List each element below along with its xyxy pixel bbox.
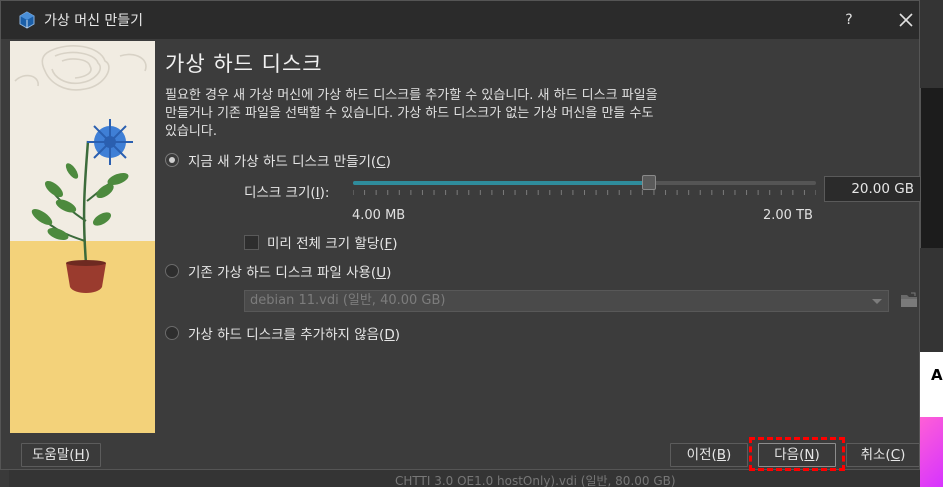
existing-disk-radio[interactable]	[165, 264, 179, 278]
disk-size-slider-ticks	[353, 190, 816, 195]
page-description: 필요한 경우 새 가상 머신에 가상 하드 디스크를 추가할 수 있습니다. 새…	[165, 87, 805, 141]
create-new-label: 지금 새 가상 하드 디스크 만들기(C)	[188, 154, 391, 170]
back-button[interactable]: 이전(B)	[670, 443, 748, 467]
dialog-title: 가상 머신 만들기	[44, 13, 144, 29]
disk-size-max-label: 2.00 TB	[763, 208, 813, 223]
no-disk-label: 가상 하드 디스크를 추가하지 않음(D)	[188, 327, 400, 343]
disk-size-slider[interactable]	[353, 181, 816, 185]
existing-disk-selected-value: debian 11.vdi (일반, 40.00 GB)	[250, 293, 446, 308]
wizard-content: 가상 하드 디스크 필요한 경우 새 가상 머신에 가상 하드 디스크를 추가할…	[165, 41, 921, 141]
background-right-panel	[920, 88, 943, 248]
disk-size-label: 디스크 크기(I):	[244, 185, 330, 201]
disk-size-min-label: 4.00 MB	[352, 208, 406, 223]
description-line-2: 만들거나 기존 파일을 선택할 수 있습니다. 가상 하드 디스크가 없는 가상…	[165, 106, 654, 121]
create-new-radio[interactable]	[165, 153, 179, 167]
chevron-down-icon	[872, 299, 882, 304]
next-button-highlight	[749, 437, 845, 471]
disk-size-input[interactable]: 20.00 GB	[824, 176, 921, 202]
option-create-new-disk[interactable]: 지금 새 가상 하드 디스크 만들기(C)	[165, 150, 391, 170]
dialog-titlebar[interactable]: 가상 머신 만들기 ?	[1, 1, 919, 39]
folder-open-icon[interactable]	[899, 290, 919, 310]
preallocate-option[interactable]: 미리 전체 크기 할당(F)	[244, 232, 398, 252]
help-title-button[interactable]: ?	[839, 10, 859, 30]
preallocate-checkbox[interactable]	[244, 234, 259, 250]
option-existing-disk[interactable]: 기존 가상 하드 디스크 파일 사용(U)	[165, 261, 391, 281]
cancel-button[interactable]: 취소(C)	[846, 443, 920, 467]
create-vm-dialog: 가상 머신 만들기 ? 가상 하드 디스크 필요한 경우 새 가상 머신에 가상…	[0, 0, 921, 470]
no-disk-radio[interactable]	[165, 326, 179, 340]
existing-disk-select[interactable]: debian 11.vdi (일반, 40.00 GB)	[244, 290, 889, 312]
disk-size-slider-fill	[353, 181, 649, 185]
background-right-card: A	[920, 352, 943, 487]
background-bottom-text: CHTTI 3.0 OE1.0 hostOnly).vdi (일반, 80.00…	[395, 474, 676, 487]
description-line-1: 필요한 경우 새 가상 머신에 가상 하드 디스크를 추가할 수 있습니다. 새…	[165, 88, 658, 103]
wizard-illustration	[10, 41, 155, 433]
existing-disk-label: 기존 가상 하드 디스크 파일 사용(U)	[188, 265, 392, 281]
preallocate-label: 미리 전체 크기 할당(F)	[267, 236, 398, 252]
help-button[interactable]: 도움말(H)	[21, 443, 101, 467]
close-icon[interactable]	[894, 8, 918, 32]
page-title: 가상 하드 디스크	[165, 52, 323, 76]
background-card-letter: A	[931, 366, 943, 384]
virtualbox-icon	[19, 11, 35, 29]
description-line-3: 있습니다.	[165, 124, 217, 139]
option-no-disk[interactable]: 가상 하드 디스크를 추가하지 않음(D)	[165, 323, 400, 343]
disk-size-slider-handle[interactable]	[642, 175, 656, 190]
